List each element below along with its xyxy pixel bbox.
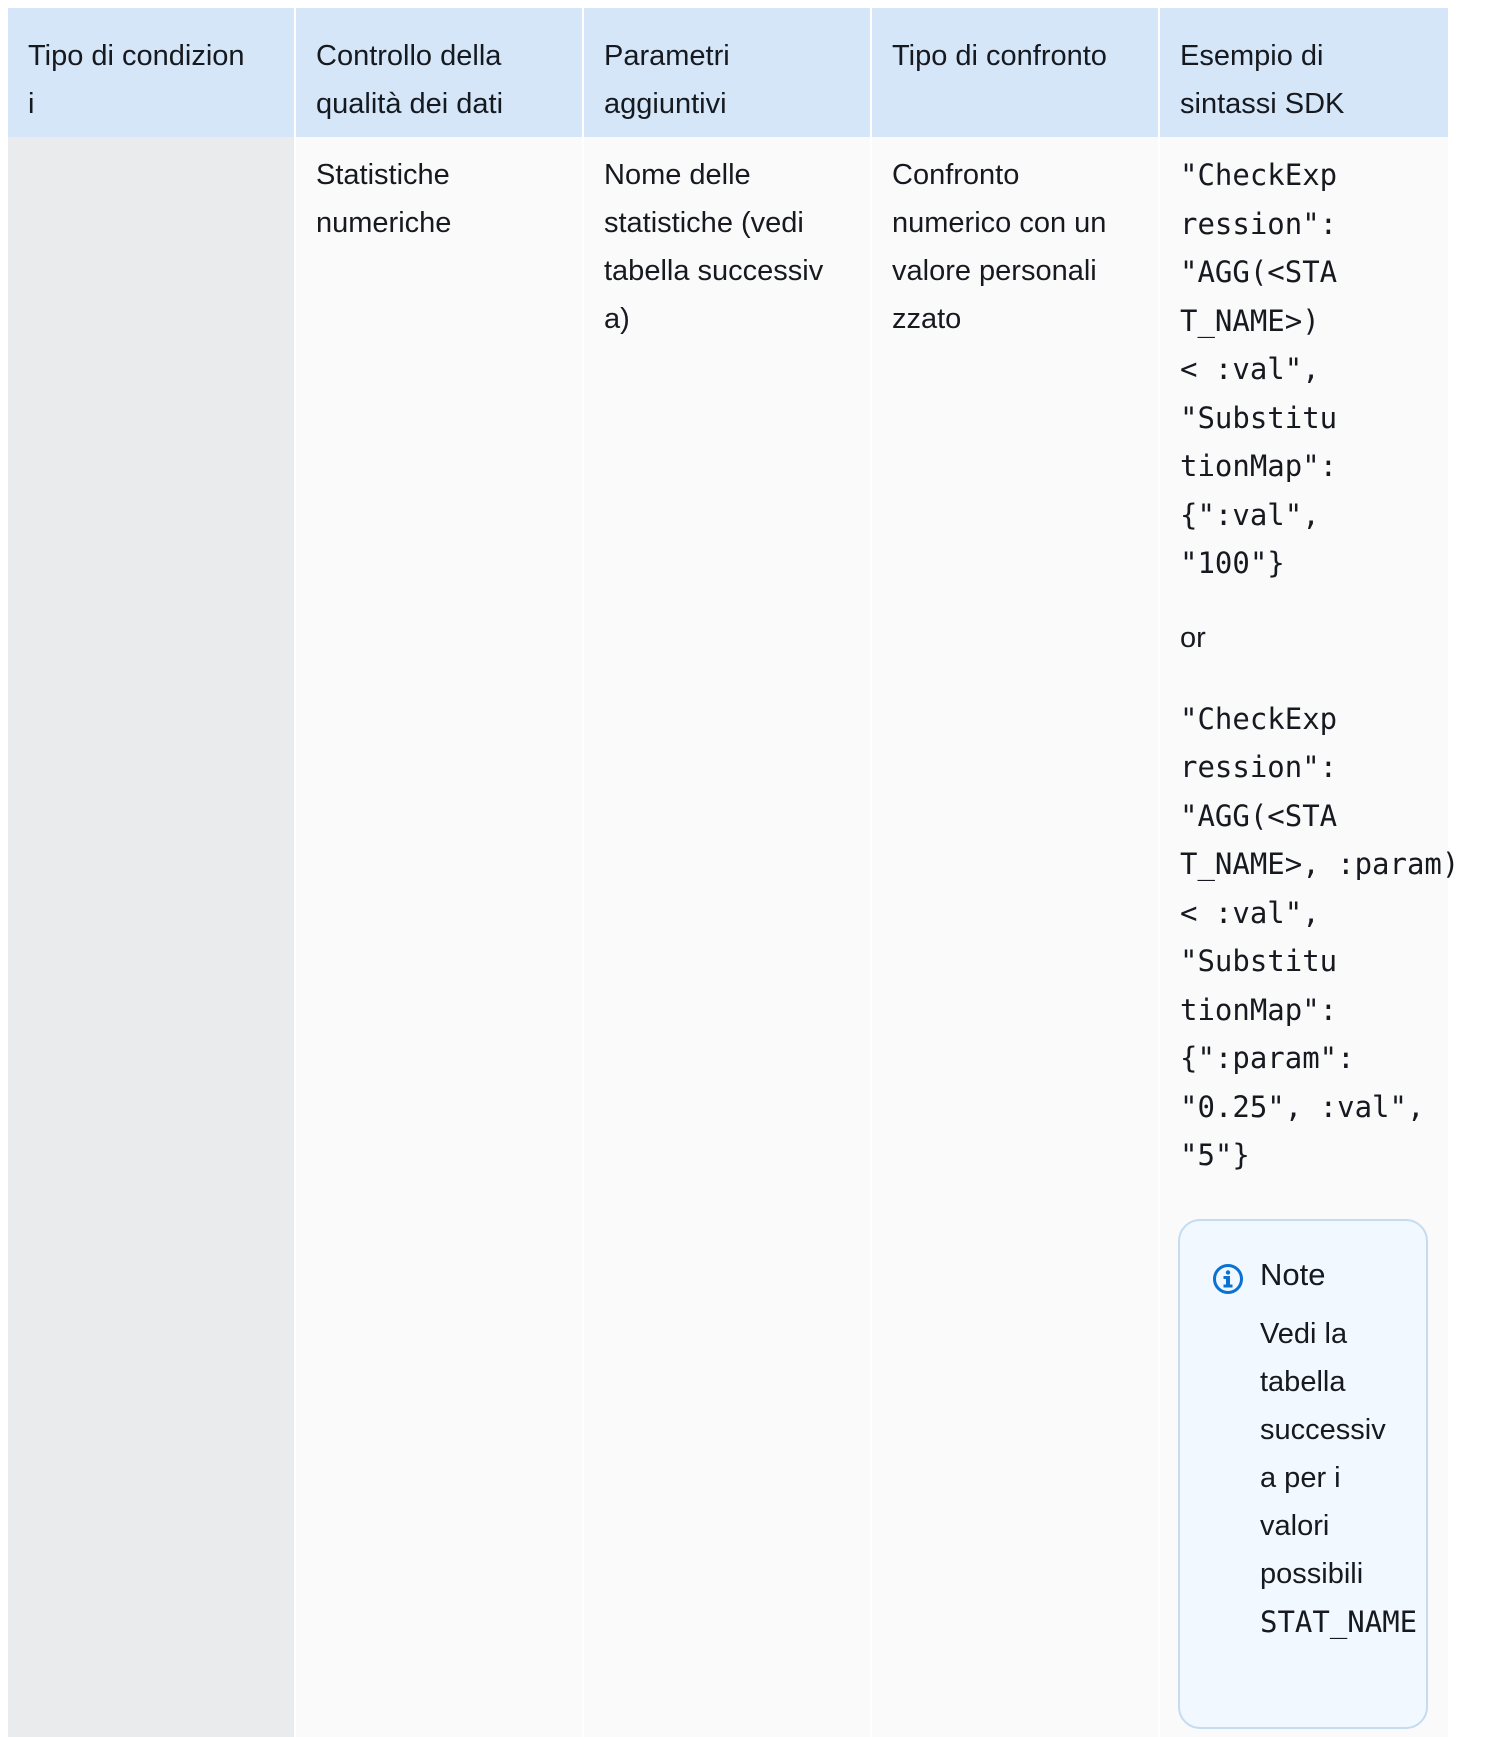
code-line: ression": — [1180, 206, 1338, 241]
header-text-line: Tipo di confronto — [892, 40, 1107, 72]
cell-text-line: Statistiche — [316, 159, 450, 191]
note-text-line: tabella — [1260, 1366, 1346, 1398]
note-text-line: successiv — [1260, 1414, 1386, 1446]
note-text-line: a per i — [1260, 1462, 1341, 1494]
code-example-1: "CheckExp ression": "AGG(<STA T_NAME>) <… — [1180, 151, 1428, 588]
code-line: "0.25", :val", — [1180, 1089, 1425, 1124]
code-line: "AGG(<STA — [1180, 255, 1338, 289]
cell-text-line: statistiche (vedi — [604, 207, 804, 239]
note-text-line: possibili — [1260, 1558, 1364, 1590]
cell-text-line: tabella successiv — [604, 255, 824, 287]
code-line: T_NAME>, :param) — [1180, 847, 1460, 881]
header-condition-type: Tipo di condizion i — [8, 8, 296, 137]
code-line: {":param": — [1180, 1041, 1355, 1075]
code-line: < :val", — [1180, 895, 1320, 930]
code-line: ression": — [1180, 750, 1338, 784]
note-code-stat-name: STAT_NAME — [1260, 1605, 1418, 1639]
header-comparison-type: Tipo di confronto — [872, 8, 1160, 137]
cell-text-line: numeriche — [316, 207, 452, 239]
header-additional-parameters: Parametri aggiuntivi — [584, 8, 872, 137]
header-text-line: Esempio di — [1180, 40, 1324, 72]
code-line: tionMap": — [1180, 992, 1338, 1027]
cell-condition-type — [8, 137, 296, 1737]
code-line: tionMap": — [1180, 449, 1338, 483]
header-sdk-syntax-example: Esempio di sintassi SDK — [1160, 8, 1448, 137]
code-line: "100"} — [1180, 546, 1285, 580]
cell-text-line: Nome delle — [604, 159, 751, 191]
cell-text-line: zzato — [892, 303, 962, 335]
note-title: Note — [1260, 1257, 1326, 1292]
cell-data-quality-check: Statistiche numeriche — [296, 137, 584, 1737]
note-text-line: valori — [1260, 1510, 1330, 1542]
code-line: "CheckExp — [1180, 701, 1338, 736]
header-text-line: qualità dei dati — [316, 88, 504, 120]
header-text-line: sintassi SDK — [1180, 88, 1345, 120]
cell-text-line: numerico con un — [892, 207, 1107, 239]
code-example-2: "CheckExp ression": "AGG(<STA T_NAME>, :… — [1180, 695, 1459, 1180]
info-icon — [1213, 1264, 1243, 1294]
code-line: T_NAME>) — [1180, 303, 1320, 338]
info-note-box: Note Vedi la tabella successiv a per i v… — [1178, 1219, 1428, 1729]
table-header-row: Tipo di condizion i Controllo della qual… — [8, 8, 1448, 137]
header-text-line: Controllo della — [316, 40, 502, 72]
or-separator: or — [1180, 621, 1206, 654]
note-text-line: Vedi la — [1260, 1318, 1348, 1350]
note-body: Vedi la tabella successiv a per i valori… — [1260, 1310, 1440, 1646]
cell-comparison-type: Confronto numerico con un valore persona… — [872, 137, 1160, 1737]
cell-text-line: valore personali — [892, 255, 1097, 287]
header-text-line: Parametri — [604, 40, 730, 72]
cell-text-line: Confronto — [892, 159, 1020, 191]
code-line: "CheckExp — [1180, 158, 1338, 192]
code-line: < :val", — [1180, 352, 1320, 386]
cell-text-line: a) — [604, 303, 630, 335]
header-text-line: i — [28, 88, 35, 120]
code-line: "Substitu — [1180, 944, 1338, 978]
code-line: "AGG(<STA — [1180, 798, 1338, 833]
header-text-line: aggiuntivi — [604, 88, 727, 120]
code-line: "5"} — [1180, 1138, 1250, 1172]
cell-additional-parameters: Nome delle statistiche (vedi tabella suc… — [584, 137, 872, 1737]
header-data-quality-check: Controllo della qualità dei dati — [296, 8, 584, 137]
code-line: "Substitu — [1180, 400, 1338, 435]
code-line: {":val", — [1180, 497, 1320, 532]
header-text-line: Tipo di condizion — [28, 40, 245, 72]
